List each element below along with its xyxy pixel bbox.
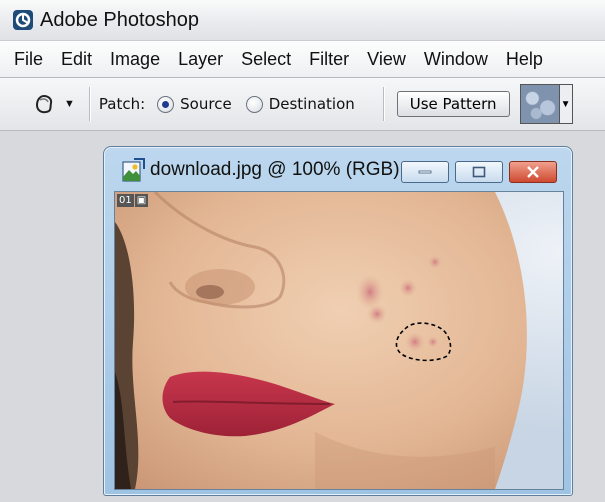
image-canvas[interactable]: 01 ▣ <box>114 191 564 490</box>
document-icon <box>122 158 145 182</box>
maximize-button[interactable] <box>455 161 503 183</box>
destination-radio-dot[interactable] <box>245 95 263 113</box>
menu-window[interactable]: Window <box>415 49 497 70</box>
menu-file[interactable]: File <box>0 49 52 70</box>
minimize-icon <box>418 170 432 174</box>
close-icon <box>527 166 539 178</box>
tool-options-bar: ▼ Patch: Source Destination Use Pattern … <box>0 78 605 131</box>
document-window: download.jpg @ 100% (RGB) 01 ▣ <box>103 146 573 496</box>
image-info-icon: ▣ <box>134 194 149 207</box>
source-radio[interactable]: Source <box>157 95 232 113</box>
document-title: download.jpg @ 100% (RGB) <box>150 159 400 180</box>
source-radio-dot[interactable] <box>157 95 175 113</box>
maximize-icon <box>472 166 486 178</box>
menu-help[interactable]: Help <box>497 49 552 70</box>
minimize-button[interactable] <box>401 161 449 183</box>
photoshop-logo-icon <box>13 10 33 30</box>
image-badge-number: 01 <box>117 194 134 207</box>
menu-select[interactable]: Select <box>232 49 300 70</box>
tool-preset-dropdown-icon[interactable]: ▼ <box>64 98 75 110</box>
menu-edit[interactable]: Edit <box>52 49 101 70</box>
menu-bar: File Edit Image Layer Select Filter View… <box>0 41 605 78</box>
patch-label: Patch: <box>98 95 146 113</box>
destination-radio[interactable]: Destination <box>245 95 355 113</box>
image-badge: 01 ▣ <box>117 194 149 207</box>
source-radio-label: Source <box>180 95 232 113</box>
menu-view[interactable]: View <box>358 49 415 70</box>
menu-filter[interactable]: Filter <box>300 49 358 70</box>
close-button[interactable] <box>509 161 557 183</box>
app-title: Adobe Photoshop <box>40 8 200 31</box>
menu-layer[interactable]: Layer <box>169 49 232 70</box>
options-separator <box>88 87 91 121</box>
patch-tool-icon <box>35 94 53 114</box>
pattern-dropdown-icon[interactable]: ▼ <box>559 84 573 124</box>
menu-image[interactable]: Image <box>101 49 169 70</box>
face-photo <box>115 192 563 489</box>
app-title-bar: Adobe Photoshop <box>0 0 605 41</box>
options-separator <box>382 87 385 121</box>
tool-preset-picker[interactable]: ▼ <box>34 94 75 114</box>
pattern-swatch-icon[interactable] <box>519 84 560 124</box>
destination-radio-label: Destination <box>268 95 355 113</box>
use-pattern-button[interactable]: Use Pattern <box>396 91 510 117</box>
